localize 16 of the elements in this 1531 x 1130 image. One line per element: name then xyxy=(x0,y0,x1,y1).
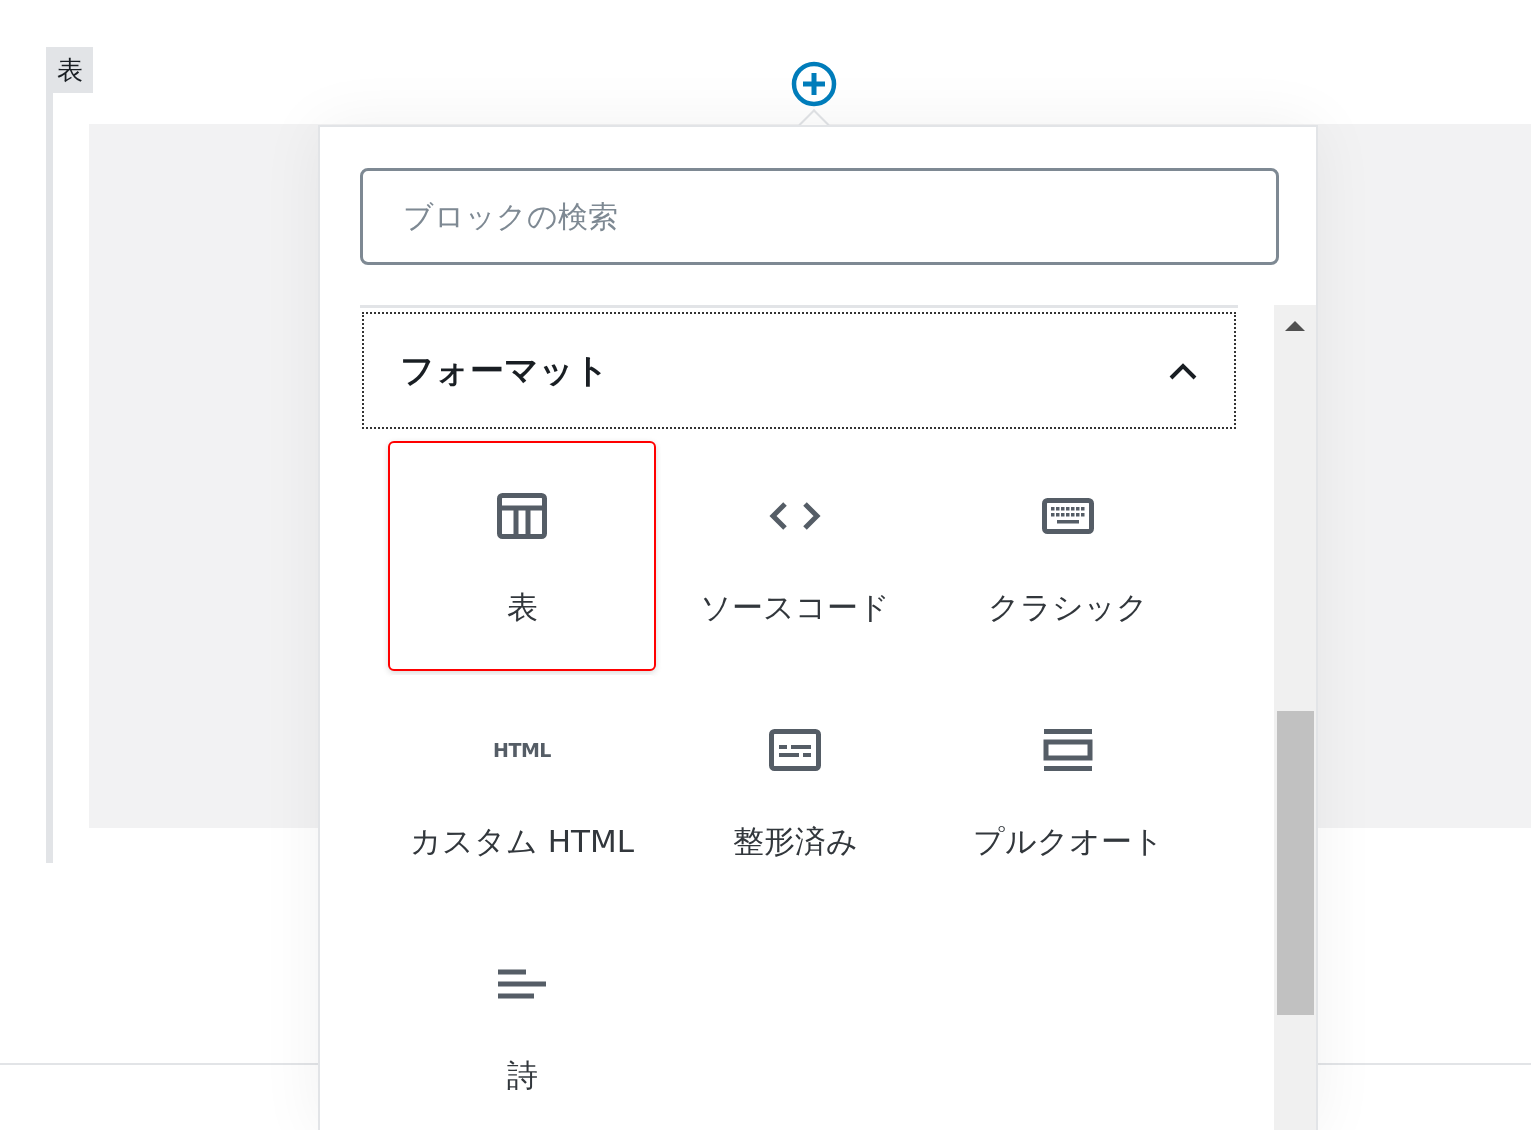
chevron-icon xyxy=(1168,361,1198,380)
block-item[interactable]: 表 xyxy=(388,441,656,671)
panel-header[interactable]: フォーマット xyxy=(362,312,1236,429)
table-icon xyxy=(497,493,547,539)
lines-icon xyxy=(498,969,546,999)
scroll-up-icon[interactable] xyxy=(1285,321,1305,331)
keyboard-icon xyxy=(1042,498,1094,534)
search-field[interactable]: ブロックの検索 xyxy=(360,168,1279,265)
panel-title: フォーマット xyxy=(400,348,609,392)
scrollbar-thumb[interactable] xyxy=(1277,711,1314,1015)
code-icon xyxy=(769,500,821,532)
add-block-icon[interactable] xyxy=(791,61,837,107)
scrollbar[interactable] xyxy=(1274,305,1316,1130)
html-icon: HTML xyxy=(493,740,551,760)
pullquote-icon xyxy=(1043,729,1093,771)
preformatted-icon xyxy=(769,729,821,771)
